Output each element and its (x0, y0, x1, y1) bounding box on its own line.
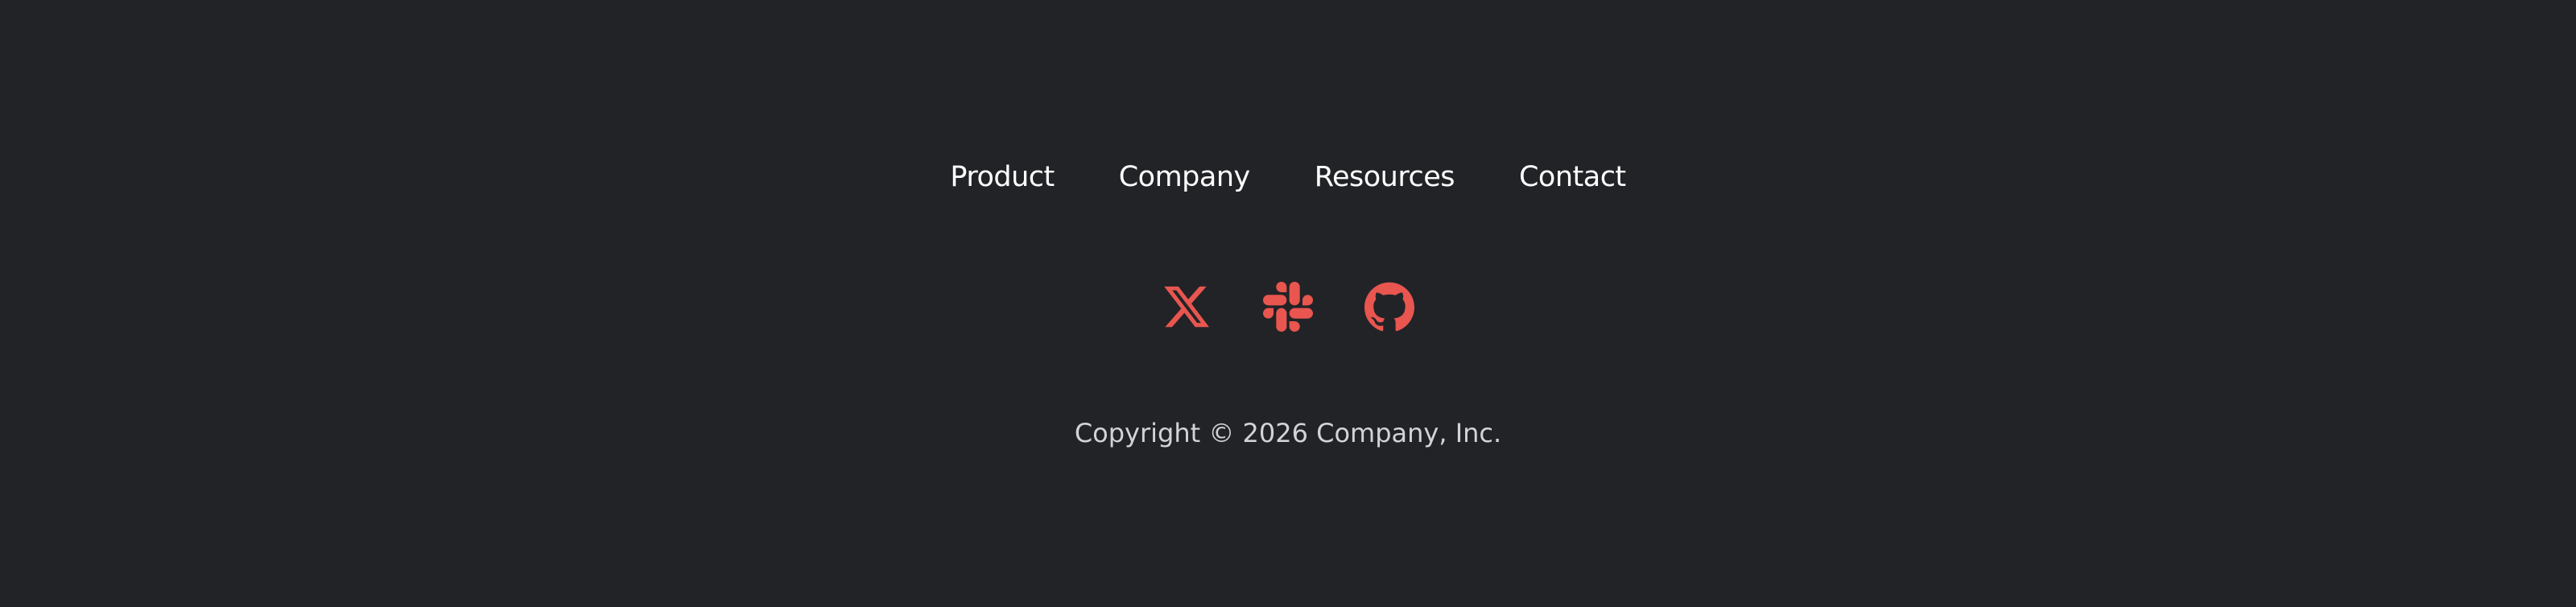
site-footer: Product Company Resources Contact Copyri… (0, 0, 2576, 607)
footer-nav: Product Company Resources Contact (0, 153, 2576, 201)
nav-link-company[interactable]: Company (1119, 153, 1251, 201)
slack-icon[interactable] (1263, 280, 1313, 333)
social-links (0, 278, 2576, 336)
github-icon[interactable] (1364, 280, 1414, 333)
copyright-text: Copyright © 2026 Company, Inc. (1074, 418, 1502, 448)
nav-link-contact[interactable]: Contact (1519, 153, 1626, 201)
nav-link-resources[interactable]: Resources (1315, 153, 1455, 201)
x-twitter-icon[interactable] (1162, 280, 1212, 333)
nav-link-product[interactable]: Product (950, 153, 1055, 201)
